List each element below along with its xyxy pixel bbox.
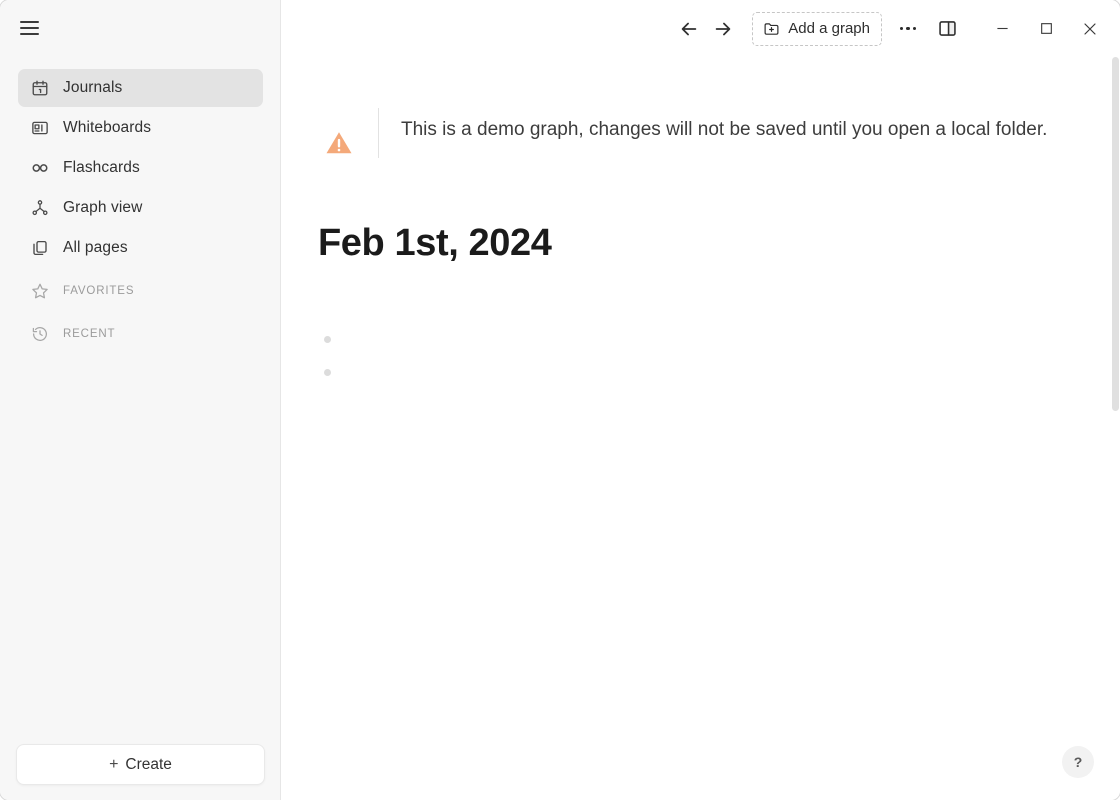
arrow-right-icon[interactable] — [706, 12, 740, 46]
right-sidebar-toggle-icon[interactable] — [930, 12, 964, 46]
sidebar-item-whiteboards[interactable]: Whiteboards — [18, 109, 263, 147]
vertical-scrollbar[interactable] — [1111, 57, 1120, 800]
journal-block-list — [324, 323, 331, 389]
demo-banner-message: This is a demo graph, changes will not b… — [401, 119, 1048, 140]
sidebar-item-label: Whiteboards — [63, 119, 152, 136]
calendar-icon — [30, 78, 50, 98]
sidebar-item-flashcards[interactable]: Flashcards — [18, 149, 263, 187]
folder-plus-icon — [763, 20, 780, 37]
plus-icon: + — [109, 755, 119, 773]
hamburger-menu-icon[interactable] — [14, 13, 44, 43]
left-sidebar: Journals Whiteboards Flashcards Graph vi… — [0, 0, 281, 800]
infinity-icon — [30, 158, 50, 178]
sidebar-item-journals[interactable]: Journals — [18, 69, 263, 107]
sidebar-nav: Journals Whiteboards Flashcards Graph vi… — [18, 69, 263, 355]
journal-block[interactable] — [324, 356, 331, 389]
dot — [912, 26, 917, 31]
window-minimize-button[interactable] — [980, 11, 1024, 47]
sidebar-item-label: Journals — [63, 79, 123, 96]
app-window: Journals Whiteboards Flashcards Graph vi… — [0, 0, 1120, 800]
star-icon — [30, 281, 50, 301]
sidebar-item-label: Graph view — [63, 199, 143, 216]
sidebar-item-graph-view[interactable]: Graph view — [18, 189, 263, 227]
more-horizontal-icon[interactable] — [892, 13, 924, 45]
sidebar-item-recent[interactable]: RECENT — [18, 315, 263, 353]
pages-icon — [30, 238, 50, 258]
warning-triangle-icon — [317, 108, 361, 158]
help-button-label: ? — [1073, 754, 1083, 770]
top-toolbar: Add a graph — [672, 0, 1120, 57]
whiteboard-icon — [30, 118, 50, 138]
create-button[interactable]: + Create — [16, 744, 265, 785]
sidebar-item-all-pages[interactable]: All pages — [18, 229, 263, 267]
main-area: Add a graph This is a demo graph, change… — [281, 0, 1120, 800]
add-graph-label: Add a graph — [788, 20, 870, 37]
block-bullet[interactable] — [324, 336, 331, 343]
sidebar-item-label: All pages — [63, 239, 128, 256]
sidebar-item-favorites[interactable]: FAVORITES — [18, 272, 263, 310]
journal-date-title[interactable]: Feb 1st, 2024 — [318, 222, 552, 265]
scrollbar-thumb[interactable] — [1112, 57, 1119, 411]
graph-icon — [30, 198, 50, 218]
history-icon — [30, 324, 50, 344]
window-close-button[interactable] — [1068, 11, 1112, 47]
help-button[interactable]: ? — [1062, 746, 1094, 778]
arrow-left-icon[interactable] — [672, 12, 706, 46]
journal-block[interactable] — [324, 323, 331, 356]
dot — [906, 26, 910, 31]
hamburger-line — [19, 21, 39, 23]
hamburger-line — [19, 27, 39, 29]
create-button-label: Create — [125, 755, 172, 773]
demo-graph-banner: This is a demo graph, changes will not b… — [317, 108, 1117, 158]
sidebar-item-label: FAVORITES — [63, 285, 135, 297]
banner-divider — [378, 108, 379, 158]
hamburger-line — [19, 33, 39, 35]
journal-content: This is a demo graph, changes will not b… — [281, 57, 1120, 800]
sidebar-item-label: Flashcards — [63, 159, 140, 176]
dot — [899, 26, 904, 31]
add-graph-button[interactable]: Add a graph — [752, 11, 882, 46]
window-maximize-button[interactable] — [1024, 11, 1068, 47]
sidebar-item-label: RECENT — [63, 328, 116, 340]
block-bullet[interactable] — [324, 369, 331, 376]
